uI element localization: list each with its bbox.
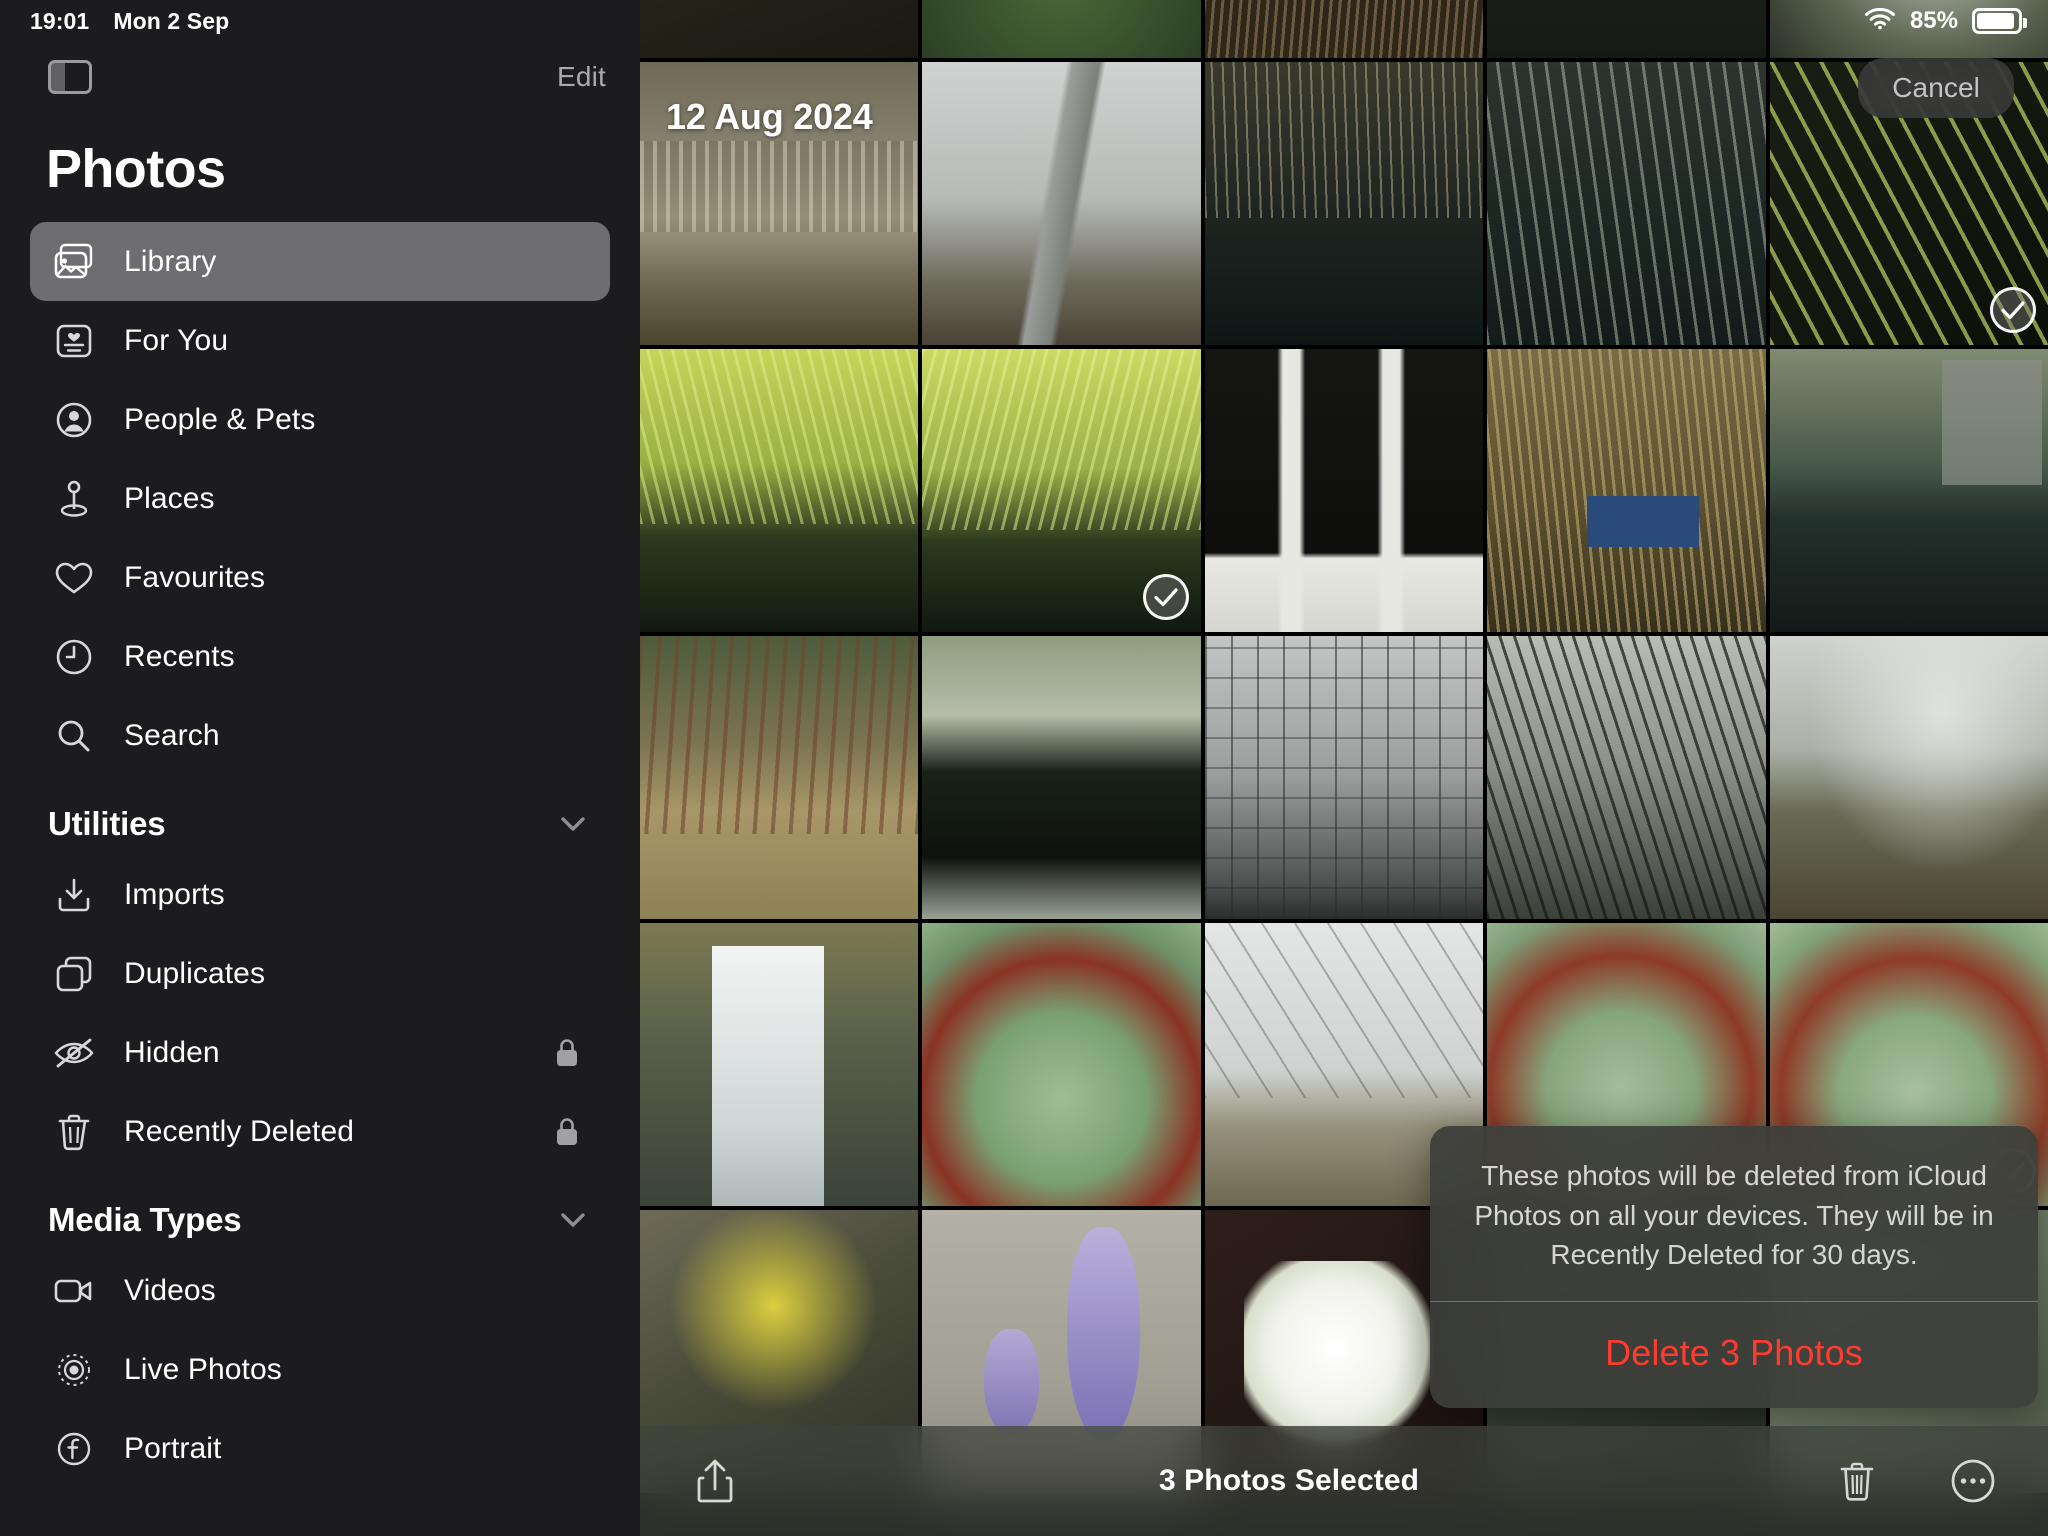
aperture-f-icon (52, 1427, 96, 1471)
sidebar-item-places[interactable]: Places (30, 459, 610, 538)
status-date: Mon 2 Sep (113, 7, 230, 34)
page-title: Photos (46, 139, 226, 199)
photo-tile[interactable] (1487, 636, 1766, 919)
trash-icon (52, 1110, 96, 1154)
delete-photos-button[interactable]: Delete 3 Photos (1430, 1302, 2038, 1408)
sidebar-primary-nav: Library For You People & Pets Places Fav… (0, 222, 640, 775)
eye-slash-icon (52, 1031, 96, 1075)
battery-percent-label: 85% (1909, 7, 1958, 34)
chevron-down-icon[interactable] (558, 814, 588, 834)
more-circle-icon[interactable] (1949, 1457, 1997, 1505)
sidebar-toggle-icon[interactable] (48, 60, 92, 94)
lock-icon (552, 1036, 582, 1070)
duplicate-squares-icon (52, 952, 96, 996)
video-camera-icon (52, 1269, 96, 1313)
sidebar-item-search[interactable]: Search (30, 696, 610, 775)
chevron-down-icon[interactable] (558, 1210, 588, 1230)
photo-tile[interactable] (922, 923, 1201, 1206)
sidebar-item-label: Videos (124, 1273, 216, 1307)
share-arrow-icon[interactable] (696, 1457, 734, 1505)
photo-tile[interactable] (1769, 636, 2048, 919)
photo-tile[interactable] (640, 636, 919, 919)
status-bar-left: 19:01 Mon 2 Sep (0, 0, 640, 42)
confirm-message: These photos will be deleted from iCloud… (1474, 1159, 1994, 1271)
photo-tile[interactable] (1487, 349, 1766, 632)
photo-tile[interactable] (640, 923, 919, 1206)
photo-tile[interactable] (1204, 62, 1484, 345)
sidebar-item-label: Hidden (124, 1035, 220, 1069)
sidebar-item-duplicates[interactable]: Duplicates (30, 934, 610, 1013)
photo-grid-area: 12 Aug 2024 85% Cancel These photos will… (640, 0, 2048, 1536)
photo-tile[interactable] (1487, 62, 1766, 345)
status-bar-right: 85% (1864, 0, 2048, 42)
photos-app-window: 19:01 Mon 2 Sep Edit Photos Library For … (0, 0, 2048, 1536)
photo-tile[interactable] (922, 0, 1201, 58)
sidebar-item-label: Search (124, 718, 220, 752)
photo-tile[interactable] (1769, 349, 2048, 632)
sidebar-item-library[interactable]: Library (30, 222, 610, 301)
media-types-section-header[interactable]: Media Types (0, 1171, 640, 1251)
sidebar-item-label: Favourites (124, 560, 266, 594)
sidebar-item-videos[interactable]: Videos (30, 1251, 610, 1330)
photo-tile[interactable] (1487, 0, 1766, 58)
for-you-card-icon (52, 319, 96, 363)
sidebar-item-label: Places (124, 481, 215, 515)
photo-tile[interactable]: 12 Aug 2024 (640, 62, 919, 345)
person-circle-icon (52, 398, 96, 442)
checkmark-circle-icon[interactable] (1142, 574, 1189, 620)
photo-tile[interactable] (1204, 0, 1484, 58)
sidebar-item-imports[interactable]: Imports (30, 855, 610, 934)
sidebar-topbar: Edit (0, 42, 640, 112)
photo-tile[interactable] (922, 349, 1201, 632)
sidebar-item-label: People & Pets (124, 402, 316, 436)
selection-count-label: 3 Photos Selected (1158, 1464, 1420, 1497)
sidebar-media-types-nav: Videos Live Photos Portrait (0, 1251, 640, 1488)
section-title: Utilities (48, 805, 166, 842)
edit-button[interactable]: Edit (557, 61, 606, 93)
lock-icon (552, 1115, 582, 1149)
delete-confirmation-dialog: These photos will be deleted from iCloud… (1430, 1125, 2038, 1408)
status-time: 19:01 (30, 7, 90, 34)
search-icon (52, 714, 96, 758)
section-title: Media Types (48, 1201, 242, 1238)
sidebar-item-for-you[interactable]: For You (30, 301, 610, 380)
sidebar-item-hidden[interactable]: Hidden (30, 1013, 610, 1092)
sidebar-item-label: Recents (124, 639, 235, 673)
sidebar-item-portrait[interactable]: Portrait (30, 1409, 610, 1488)
wifi-icon (1864, 6, 1896, 37)
sidebar-item-live-photos[interactable]: Live Photos (30, 1330, 610, 1409)
sidebar: 19:01 Mon 2 Sep Edit Photos Library For … (0, 0, 640, 1536)
clock-icon (52, 635, 96, 679)
map-pin-icon (52, 477, 96, 521)
sidebar-item-label: Recently Deleted (124, 1114, 355, 1148)
cancel-button[interactable]: Cancel (1858, 58, 2014, 118)
photo-tile[interactable] (640, 349, 919, 632)
sidebar-item-label: Portrait (124, 1431, 222, 1465)
photo-tile[interactable] (1204, 636, 1484, 919)
sidebar-utilities-nav: Imports Duplicates Hidden Recently Delet… (0, 855, 640, 1171)
sidebar-item-favourites[interactable]: Favourites (30, 538, 610, 617)
date-header: 12 Aug 2024 (666, 96, 873, 137)
sidebar-item-recently-deleted[interactable]: Recently Deleted (30, 1092, 610, 1171)
utilities-section-header[interactable]: Utilities (0, 775, 640, 855)
selection-toolbar: 3 Photos Selected (640, 1426, 2048, 1536)
sidebar-item-label: Library (124, 244, 217, 278)
sidebar-item-label: Duplicates (124, 956, 266, 990)
checkmark-circle-icon[interactable] (1989, 287, 2036, 333)
photo-tile[interactable] (922, 62, 1201, 345)
photo-stack-icon (52, 240, 96, 284)
photo-tile[interactable] (640, 0, 919, 58)
photo-tile[interactable] (1204, 349, 1484, 632)
trash-icon[interactable] (1839, 1459, 1875, 1503)
sidebar-item-label: Live Photos (124, 1352, 282, 1386)
sidebar-item-people-pets[interactable]: People & Pets (30, 380, 610, 459)
battery-icon (1972, 8, 2027, 34)
live-photo-icon (52, 1348, 96, 1392)
sidebar-item-label: Imports (124, 877, 225, 911)
photo-tile[interactable] (922, 636, 1201, 919)
import-arrow-icon (52, 873, 96, 917)
sidebar-item-recents[interactable]: Recents (30, 617, 610, 696)
sidebar-item-label: For You (124, 323, 229, 357)
heart-icon (52, 556, 96, 600)
